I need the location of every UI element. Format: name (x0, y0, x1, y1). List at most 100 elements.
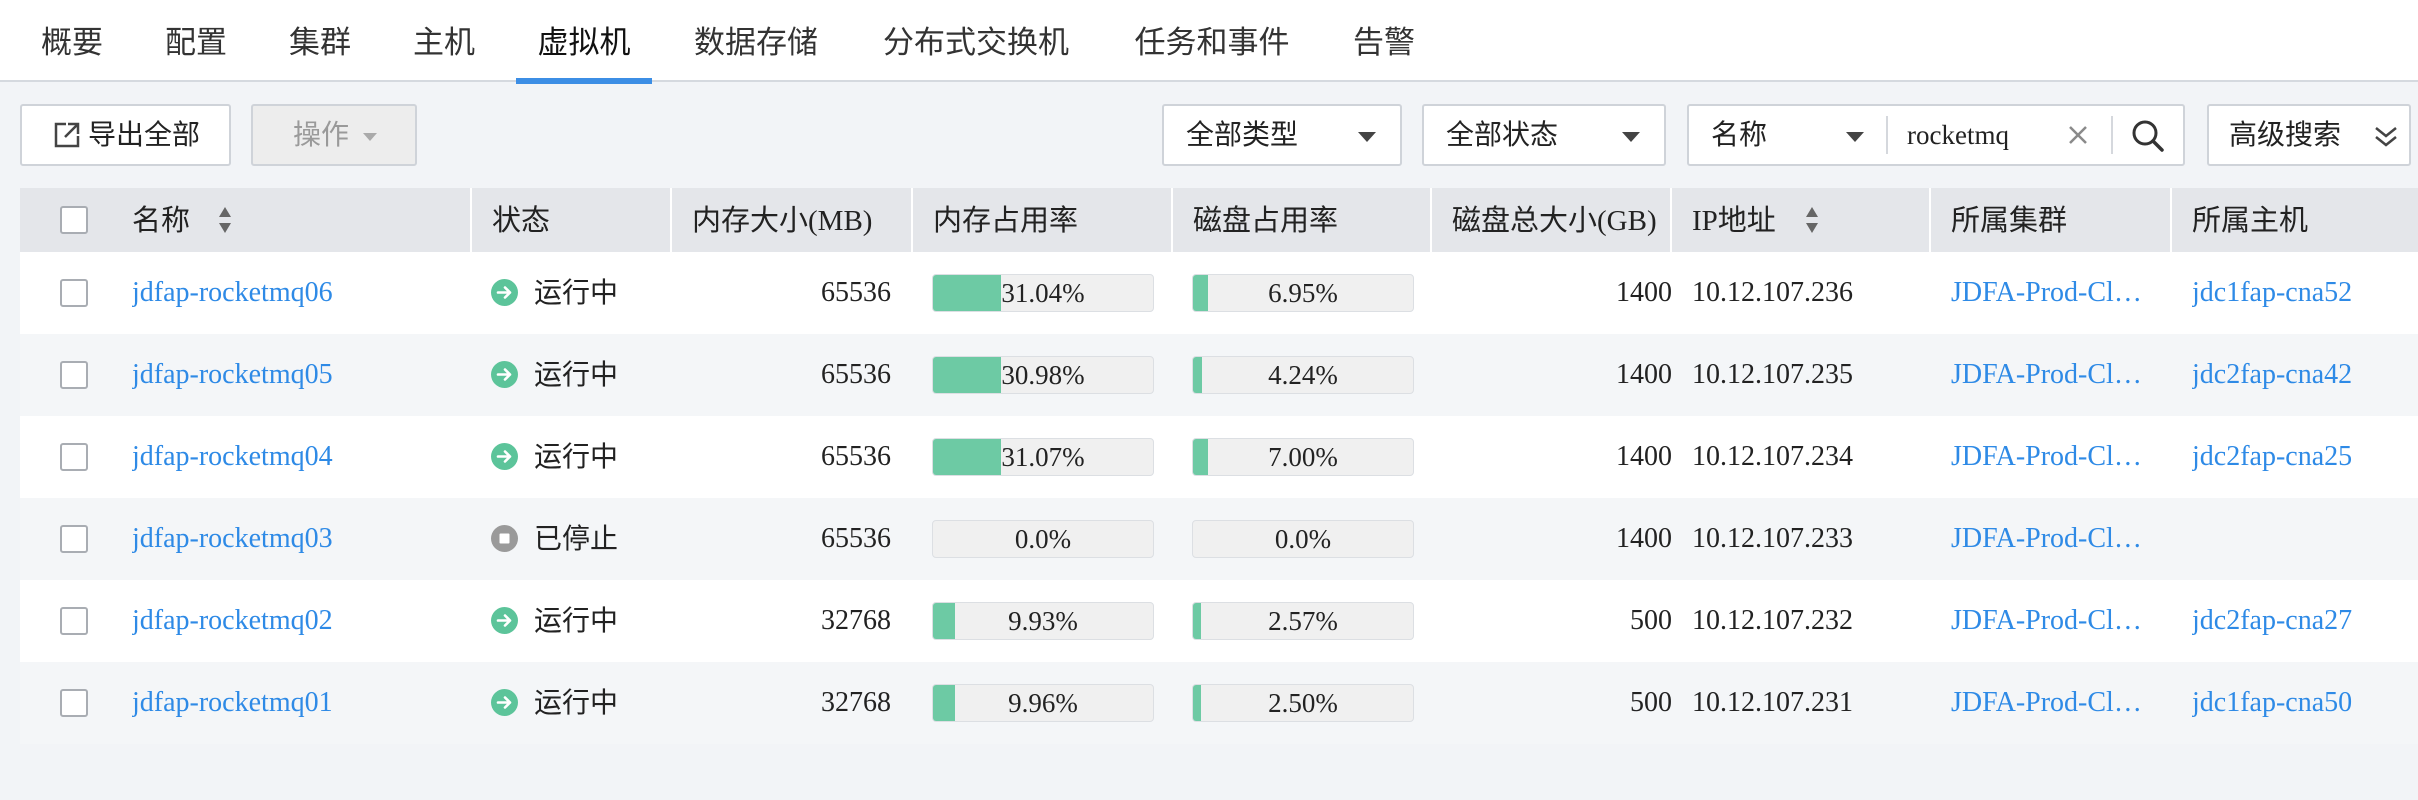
vm-name-link[interactable]: jdfap-rocketmq06 (132, 252, 462, 334)
ip-address: 10.12.107.235 (1692, 359, 1853, 390)
column-divider[interactable] (1670, 188, 1672, 252)
table-row[interactable]: jdfap-rocketmq01 运行中 32768 9.96% 2.50% 5… (20, 662, 2418, 744)
row-checkbox[interactable] (60, 607, 88, 635)
host-link[interactable]: jdc2fap-cna42 (2192, 334, 2412, 416)
tab-datastores[interactable]: 数据存储 (691, 0, 821, 82)
search-icon[interactable] (2130, 118, 2166, 154)
row-checkbox[interactable] (60, 361, 88, 389)
vm-name-link[interactable]: jdfap-rocketmq04 (132, 416, 462, 498)
disk-usage-bar: 0.0% (1192, 520, 1414, 558)
running-icon (491, 361, 518, 388)
disk-usage-label: 6.95% (1268, 278, 1338, 308)
memory-size: 32768 (821, 687, 891, 718)
export-all-button[interactable]: 导出全部 (20, 104, 231, 166)
vm-name-link[interactable]: jdfap-rocketmq05 (132, 334, 462, 416)
ip-address: 10.12.107.231 (1692, 687, 1853, 718)
memory-size: 32768 (821, 605, 891, 636)
status-label: 运行中 (534, 276, 619, 309)
cluster-link[interactable]: JDFA-Prod-Cl… (1951, 252, 2166, 334)
chevron-down-icon (1622, 132, 1640, 142)
row-checkbox[interactable] (60, 689, 88, 717)
table-row[interactable]: jdfap-rocketmq06 运行中 65536 31.04% 6.95% … (20, 252, 2418, 334)
actions-dropdown[interactable]: 操作 (251, 104, 417, 166)
column-divider[interactable] (1430, 188, 1432, 252)
clear-icon[interactable] (2067, 124, 2089, 146)
tab-distributed-switch[interactable]: 分布式交换机 (880, 0, 1072, 82)
divider (2111, 116, 2113, 154)
memory-usage-bar: 31.04% (932, 274, 1154, 312)
disk-usage-bar: 4.24% (1192, 356, 1414, 394)
advanced-search-button[interactable]: 高级搜索 (2207, 104, 2411, 166)
status-filter-select[interactable]: 全部状态 (1422, 104, 1666, 166)
column-divider[interactable] (2170, 188, 2172, 252)
tab-tasks-events[interactable]: 任务和事件 (1131, 0, 1293, 82)
vm-name-link[interactable]: jdfap-rocketmq02 (132, 580, 462, 662)
chevron-down-icon (1358, 132, 1376, 142)
type-filter-select[interactable]: 全部类型 (1162, 104, 1402, 166)
disk-total: 500 (1630, 687, 1672, 718)
memory-usage-label: 31.04% (1001, 278, 1085, 308)
column-header-ip[interactable]: IP地址 (1692, 188, 1776, 252)
column-divider[interactable] (470, 188, 472, 252)
tab-hosts[interactable]: 主机 (412, 0, 476, 82)
disk-usage-label: 4.24% (1268, 360, 1338, 390)
column-header-memory: 内存大小(MB) (692, 205, 873, 237)
column-header-name[interactable]: 名称 (132, 188, 190, 252)
memory-usage-bar: 30.98% (932, 356, 1154, 394)
row-checkbox[interactable] (60, 443, 88, 471)
disk-usage-bar: 2.57% (1192, 602, 1414, 640)
table-row[interactable]: jdfap-rocketmq04 运行中 65536 31.07% 7.00% … (20, 416, 2418, 498)
cluster-link[interactable]: JDFA-Prod-Cl… (1951, 662, 2166, 744)
sort-icon[interactable] (217, 205, 233, 235)
divider (1886, 116, 1888, 154)
top-nav: 概要 配置 集群 主机 虚拟机 数据存储 分布式交换机 任务和事件 告警 (0, 0, 2418, 84)
ip-address: 10.12.107.232 (1692, 605, 1853, 636)
disk-usage-bar: 6.95% (1192, 274, 1414, 312)
column-divider[interactable] (1171, 188, 1173, 252)
type-filter-value: 全部类型 (1186, 118, 1299, 151)
host-link[interactable]: jdc2fap-cna25 (2192, 416, 2412, 498)
cluster-link[interactable]: JDFA-Prod-Cl… (1951, 498, 2166, 580)
row-checkbox[interactable] (60, 525, 88, 553)
memory-usage-label: 0.0% (1014, 524, 1072, 554)
tab-overview[interactable]: 概要 (40, 0, 104, 82)
search-field-value: 名称 (1711, 118, 1768, 151)
tab-clusters[interactable]: 集群 (288, 0, 352, 82)
cluster-link[interactable]: JDFA-Prod-Cl… (1951, 334, 2166, 416)
host-link[interactable]: jdc1fap-cna50 (2192, 662, 2412, 744)
table-row[interactable]: jdfap-rocketmq03 已停止 65536 0.0% 0.0% 140… (20, 498, 2418, 580)
memory-usage-bar: 31.07% (932, 438, 1154, 476)
disk-usage-label: 2.50% (1268, 688, 1338, 718)
column-header-cluster: 所属集群 (1951, 205, 2068, 237)
tab-vms[interactable]: 虚拟机 (516, 0, 652, 84)
disk-total: 1400 (1616, 523, 1672, 554)
table-row[interactable]: jdfap-rocketmq02 运行中 32768 9.93% 2.57% 5… (20, 580, 2418, 662)
tab-config[interactable]: 配置 (164, 0, 228, 82)
column-divider[interactable] (670, 188, 672, 252)
vm-name-link[interactable]: jdfap-rocketmq03 (132, 498, 462, 580)
cluster-link[interactable]: JDFA-Prod-Cl… (1951, 416, 2166, 498)
column-header-disk-total: 磁盘总大小(GB) (1452, 205, 1657, 237)
table-row[interactable]: jdfap-rocketmq05 运行中 65536 30.98% 4.24% … (20, 334, 2418, 416)
host-link[interactable] (2192, 498, 2412, 580)
memory-size: 65536 (821, 441, 891, 472)
host-link[interactable]: jdc1fap-cna52 (2192, 252, 2412, 334)
row-checkbox[interactable] (60, 279, 88, 307)
column-divider[interactable] (1929, 188, 1931, 252)
disk-usage-label: 2.57% (1268, 606, 1338, 636)
column-header-disk-usage: 磁盘占用率 (1193, 205, 1339, 237)
table-header: 名称 状态 内存大小(MB) 内存占用率 磁盘占用率 磁盘总大小(GB) IP地… (20, 188, 2418, 252)
select-all-checkbox[interactable] (60, 206, 88, 234)
cluster-link[interactable]: JDFA-Prod-Cl… (1951, 580, 2166, 662)
stopped-icon (491, 525, 518, 552)
actions-label: 操作 (293, 118, 350, 151)
ip-address: 10.12.107.233 (1692, 523, 1853, 554)
column-divider[interactable] (911, 188, 913, 252)
sort-icon[interactable] (1804, 205, 1820, 235)
status-label: 运行中 (534, 686, 619, 719)
tab-alarms[interactable]: 告警 (1352, 0, 1416, 82)
search-input[interactable]: rocketmq (1907, 106, 2009, 164)
search-field-select[interactable]: 名称 (1689, 106, 1887, 164)
vm-name-link[interactable]: jdfap-rocketmq01 (132, 662, 462, 744)
host-link[interactable]: jdc2fap-cna27 (2192, 580, 2412, 662)
